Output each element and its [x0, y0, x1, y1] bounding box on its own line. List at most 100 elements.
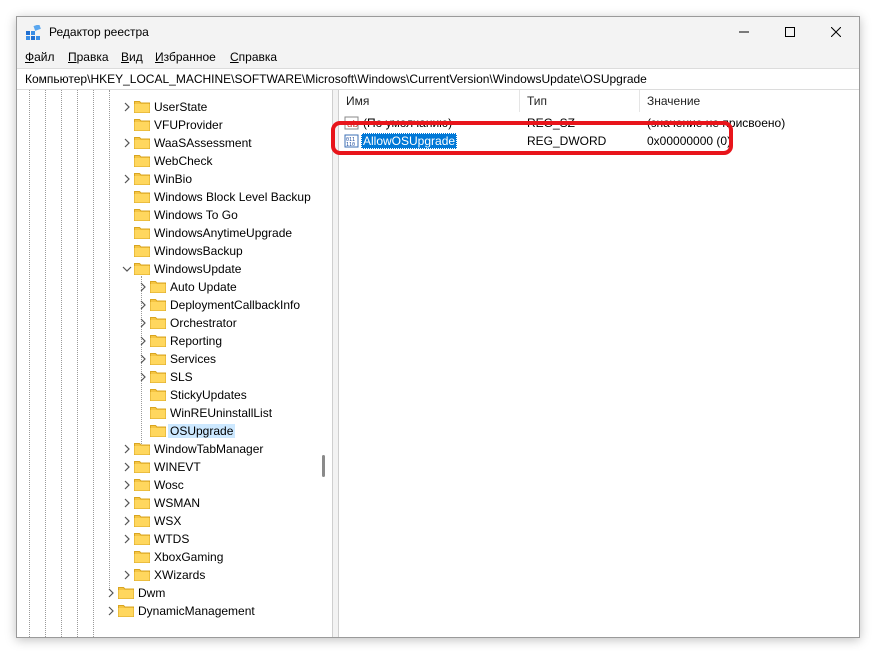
- title-bar: Редактор реестра: [17, 17, 859, 47]
- tree-item[interactable]: SLS: [17, 368, 317, 386]
- chevron-right-icon[interactable]: [122, 498, 132, 508]
- folder-icon: [134, 101, 150, 113]
- chevron-right-icon[interactable]: [122, 570, 132, 580]
- folder-icon: [134, 209, 150, 221]
- registry-editor-window: Редактор реестра Файл Правка Вид Избранн…: [16, 16, 860, 638]
- chevron-right-icon[interactable]: [122, 444, 132, 454]
- tree-item[interactable]: Windows To Go: [17, 206, 317, 224]
- tree-item[interactable]: StickyUpdates: [17, 386, 317, 404]
- tree-item[interactable]: Windows Block Level Backup: [17, 188, 317, 206]
- chevron-right-icon[interactable]: [122, 102, 132, 112]
- chevron-right-icon[interactable]: [138, 372, 148, 382]
- tree-item[interactable]: Services: [17, 350, 317, 368]
- window-title: Редактор реестра: [49, 25, 149, 39]
- values-list-pane[interactable]: Имя Тип Значение ab (По умолчанию) REG_S…: [338, 90, 859, 637]
- chevron-right-icon[interactable]: [122, 462, 132, 472]
- maximize-button[interactable]: [767, 17, 813, 47]
- tree-item[interactable]: Reporting: [17, 332, 317, 350]
- menu-file-rest: айл: [34, 50, 55, 64]
- tree-item[interactable]: WSX: [17, 512, 317, 530]
- address-path[interactable]: Компьютер\HKEY_LOCAL_MACHINE\SOFTWARE\Mi…: [25, 72, 647, 86]
- folder-icon: [134, 119, 150, 131]
- chevron-right-icon[interactable]: [122, 480, 132, 490]
- tree-item[interactable]: VFUProvider: [17, 116, 317, 134]
- menu-edit[interactable]: Правка: [68, 50, 109, 64]
- tree-item[interactable]: WINEVT: [17, 458, 317, 476]
- value-row-selected[interactable]: 011 110 AllowOSUpgrade REG_DWORD 0x00000…: [339, 132, 859, 150]
- value-row[interactable]: ab (По умолчанию) REG_SZ (значение не пр…: [339, 114, 859, 132]
- tree-item[interactable]: WindowTabManager: [17, 440, 317, 458]
- folder-icon: [118, 605, 134, 617]
- registry-editor-icon: [26, 25, 41, 40]
- tree-item-label: SLS: [170, 370, 193, 384]
- folder-icon: [134, 137, 150, 149]
- column-header-data[interactable]: Значение: [640, 90, 859, 112]
- menu-favorites-accel: И: [155, 50, 164, 64]
- folder-icon: [150, 299, 166, 311]
- tree-item-label: UserState: [154, 100, 208, 114]
- folder-icon: [150, 317, 166, 329]
- menu-help-rest: правка: [238, 50, 278, 64]
- folder-icon: [150, 353, 166, 365]
- tree-item[interactable]: DynamicManagement: [17, 602, 317, 620]
- tree-item[interactable]: WinREUninstallList: [17, 404, 317, 422]
- chevron-right-icon[interactable]: [138, 354, 148, 364]
- tree-item[interactable]: WTDS: [17, 530, 317, 548]
- tree-item[interactable]: XWizards: [17, 566, 317, 584]
- tree-item[interactable]: WebCheck: [17, 152, 317, 170]
- tree-item[interactable]: Auto Update: [17, 278, 317, 296]
- value-name: (По умолчанию): [363, 116, 453, 130]
- chevron-right-icon[interactable]: [122, 534, 132, 544]
- chevron-right-icon[interactable]: [138, 336, 148, 346]
- menu-file[interactable]: Файл: [25, 50, 55, 64]
- tree-item[interactable]: Wosc: [17, 476, 317, 494]
- tree-item[interactable]: WindowsBackup: [17, 242, 317, 260]
- close-button[interactable]: [813, 17, 859, 47]
- menu-view[interactable]: Вид: [121, 50, 143, 64]
- chevron-right-icon[interactable]: [106, 606, 116, 616]
- tree-item[interactable]: WindowsAnytimeUpgrade: [17, 224, 317, 242]
- folder-icon: [134, 245, 150, 257]
- tree-item[interactable]: WinBio: [17, 170, 317, 188]
- string-value-icon: ab: [344, 116, 359, 130]
- menu-file-accel: Ф: [25, 50, 35, 64]
- chevron-right-icon[interactable]: [122, 516, 132, 526]
- column-header-name[interactable]: Имя: [339, 90, 520, 112]
- tree-item-label: WebCheck: [154, 154, 213, 168]
- tree-item[interactable]: XboxGaming: [17, 548, 317, 566]
- value-name: AllowOSUpgrade: [361, 133, 458, 149]
- menu-favorites[interactable]: Избранное: [155, 50, 216, 64]
- tree-item[interactable]: DeploymentCallbackInfo: [17, 296, 317, 314]
- chevron-right-icon[interactable]: [138, 300, 148, 310]
- tree-item-label: WaaSAssessment: [154, 136, 252, 150]
- minimize-button[interactable]: [721, 17, 767, 47]
- chevron-right-icon[interactable]: [122, 174, 132, 184]
- pane-splitter[interactable]: [333, 90, 337, 637]
- menu-view-rest: ид: [129, 50, 143, 64]
- tree-item[interactable]: UserState: [17, 98, 317, 116]
- minimize-icon: [739, 31, 749, 33]
- column-header-type[interactable]: Тип: [520, 90, 640, 112]
- key-tree-pane[interactable]: UserState VFUProvider WaaSAssessment WebChe…: [17, 90, 333, 637]
- chevron-right-icon[interactable]: [138, 318, 148, 328]
- chevron-right-icon[interactable]: [138, 282, 148, 292]
- tree-item[interactable]: OSUpgrade: [17, 422, 317, 440]
- address-bar[interactable]: Компьютер\HKEY_LOCAL_MACHINE\SOFTWARE\Mi…: [17, 68, 859, 90]
- tree-item-label: WTDS: [154, 532, 190, 546]
- folder-icon: [150, 389, 166, 401]
- tree-item[interactable]: WindowsUpdate: [17, 260, 317, 278]
- folder-icon: [134, 479, 150, 491]
- menu-help[interactable]: Справка: [230, 50, 277, 64]
- tree-item[interactable]: Dwm: [17, 584, 317, 602]
- tree-item[interactable]: Orchestrator: [17, 314, 317, 332]
- chevron-down-icon[interactable]: [122, 264, 132, 274]
- tree-item[interactable]: WaaSAssessment: [17, 134, 317, 152]
- menu-favorites-rest: збранное: [163, 50, 216, 64]
- tree-item-label: DeploymentCallbackInfo: [170, 298, 301, 312]
- tree-item[interactable]: WSMAN: [17, 494, 317, 512]
- chevron-right-icon[interactable]: [106, 588, 116, 598]
- chevron-right-icon[interactable]: [122, 138, 132, 148]
- dword-value-icon: 011 110: [344, 134, 359, 148]
- tree-scrollbar-thumb[interactable]: [322, 455, 325, 477]
- tree-item-label: Wosc: [154, 478, 184, 492]
